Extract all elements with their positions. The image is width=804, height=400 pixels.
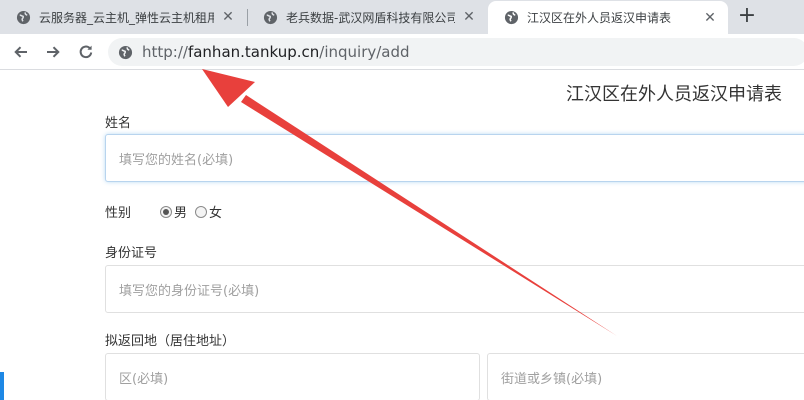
gender-female-label: 女 bbox=[209, 206, 223, 221]
url-scheme: http:// bbox=[142, 43, 188, 61]
back-arrow-icon bbox=[14, 46, 27, 58]
name-label: 姓名 bbox=[105, 116, 132, 131]
street-input[interactable]: 街道或乡镇(必填) bbox=[487, 353, 804, 400]
address-bar[interactable]: http://fanhan.tankup.cn/inquiry/add bbox=[108, 38, 804, 66]
tab-title: 老兵数据-武汉网盾科技有限公司 bbox=[286, 10, 455, 25]
tab-cloud-server[interactable]: 云服务器_云主机_弹性云主机租用 ✕ bbox=[0, 0, 246, 34]
url-host: fanhan.tankup.cn bbox=[187, 43, 320, 61]
side-accent-bar bbox=[0, 372, 4, 400]
reload-button[interactable] bbox=[74, 40, 98, 64]
back-button[interactable] bbox=[9, 40, 33, 64]
district-input[interactable]: 区(必填) bbox=[105, 353, 480, 400]
name-input[interactable]: 填写您的姓名(必填) bbox=[105, 134, 804, 182]
url-path: /inquiry/add bbox=[319, 43, 410, 61]
globe-icon bbox=[504, 10, 519, 25]
district-placeholder: 区(必填) bbox=[119, 371, 169, 387]
plus-icon[interactable]: + bbox=[734, 4, 760, 30]
name-placeholder: 填写您的姓名(必填) bbox=[119, 152, 234, 168]
street-placeholder: 街道或乡镇(必填) bbox=[501, 371, 603, 387]
gender-label: 性别 bbox=[105, 206, 132, 221]
forward-button[interactable] bbox=[41, 40, 65, 64]
id-number-label: 身份证号 bbox=[105, 246, 158, 261]
gender-option-female[interactable]: 女 bbox=[195, 202, 222, 221]
browser-toolbar: http://fanhan.tankup.cn/inquiry/add bbox=[0, 34, 804, 70]
globe-icon bbox=[118, 45, 133, 59]
radio-male[interactable] bbox=[160, 205, 172, 218]
tab-laobing-data[interactable]: 老兵数据-武汉网盾科技有限公司 ✕ bbox=[247, 0, 487, 34]
globe-icon bbox=[263, 10, 278, 24]
page-content: 江汉区在外人员返汉申请表 姓名 填写您的姓名(必填) 性别 男 女 身份证号 填… bbox=[0, 71, 804, 400]
globe-icon bbox=[16, 10, 31, 24]
close-icon[interactable]: ✕ bbox=[702, 10, 718, 26]
page-title: 江汉区在外人员返汉申请表 bbox=[566, 84, 782, 105]
browser-tab-strip: 云服务器_云主机_弹性云主机租用 ✕ 老兵数据-武汉网盾科技有限公司 ✕ 江汉区… bbox=[0, 0, 804, 34]
close-icon[interactable]: ✕ bbox=[220, 9, 236, 25]
tab-title: 江汉区在外人员返汉申请表 bbox=[527, 11, 672, 25]
radio-female[interactable] bbox=[195, 205, 208, 218]
address-label: 拟返回地（居住地址） bbox=[105, 334, 236, 349]
tab-title: 云服务器_云主机_弹性云主机租用 bbox=[39, 10, 214, 25]
url-text[interactable]: http://fanhan.tankup.cn/inquiry/add bbox=[142, 43, 410, 61]
tab-return-application-active[interactable]: 江汉区在外人员返汉申请表 ✕ bbox=[488, 1, 728, 34]
close-icon[interactable]: ✕ bbox=[461, 9, 477, 25]
id-number-placeholder: 填写您的身份证号(必填) bbox=[119, 283, 260, 299]
id-number-input[interactable]: 填写您的身份证号(必填) bbox=[105, 265, 804, 313]
gender-male-label: 男 bbox=[174, 206, 188, 221]
forward-arrow-icon bbox=[47, 46, 60, 58]
gender-radio-group: 男 女 bbox=[160, 202, 230, 221]
reload-icon bbox=[79, 45, 93, 59]
gender-option-male[interactable]: 男 bbox=[160, 202, 187, 221]
